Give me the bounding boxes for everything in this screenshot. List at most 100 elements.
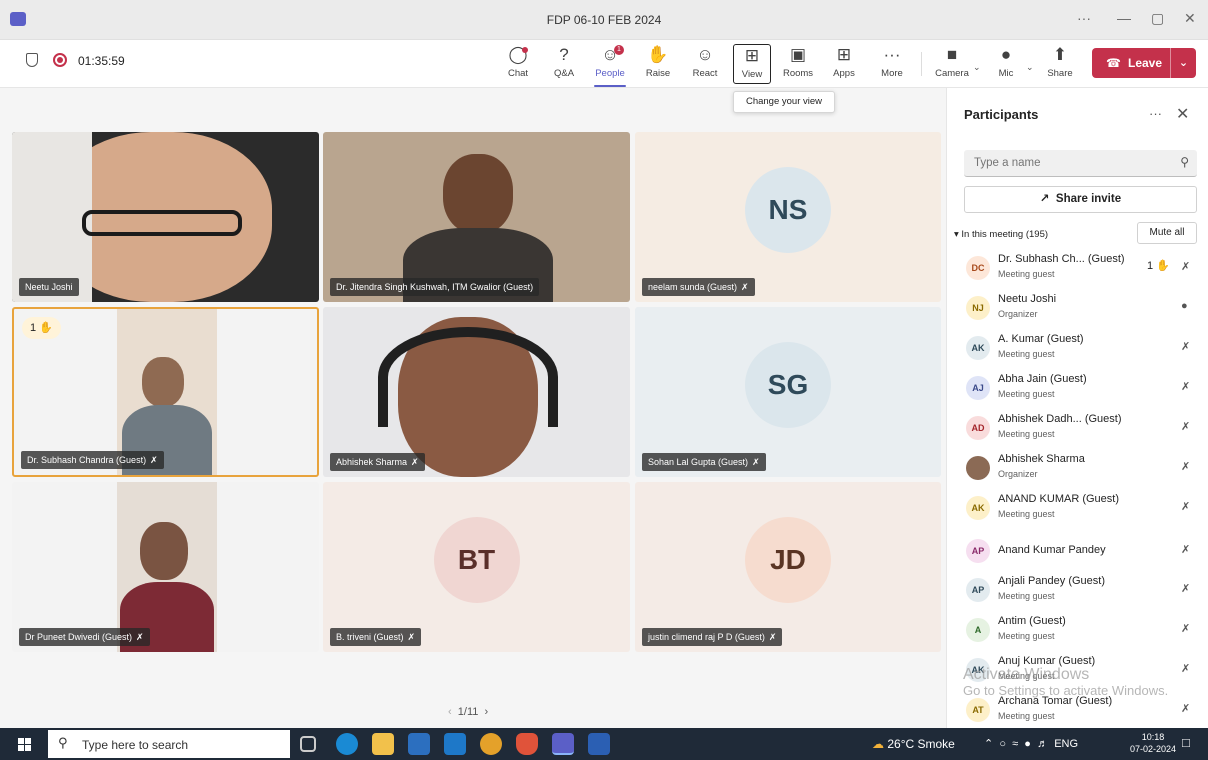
windows-start-icon[interactable] xyxy=(18,738,31,751)
mic-options-chevron-icon[interactable]: ⌄ xyxy=(1026,62,1034,73)
participant-row[interactable]: AK ANAND KUMAR (Guest) Meeting guest ✗ xyxy=(947,488,1208,528)
title-bar: FDP 06-10 FEB 2024 ··· — ▢ ✕ xyxy=(0,0,1208,40)
mic-off-icon: ✗ xyxy=(407,632,416,642)
chevron-up-icon[interactable]: ⌃ xyxy=(984,738,993,750)
avatar-tile[interactable]: SG Sohan Lal Gupta (Guest) ✗ xyxy=(635,307,941,477)
store-icon[interactable] xyxy=(408,733,430,755)
mail-icon[interactable] xyxy=(444,733,466,755)
people-button[interactable]: ☺ 1 People xyxy=(588,44,632,87)
tile-name-tag: Dr. Jitendra Singh Kushwah, ITM Gwalior … xyxy=(330,278,540,296)
participant-row[interactable]: AP Anand Kumar Pandey ✗ xyxy=(947,531,1208,571)
teams-app-icon[interactable] xyxy=(552,733,574,755)
mic-off-icon: ✗ xyxy=(768,632,777,642)
brave-browser-icon[interactable] xyxy=(516,733,538,755)
leave-options-chevron-icon[interactable]: ⌄ xyxy=(1170,48,1196,78)
edge-browser-icon[interactable] xyxy=(336,733,358,755)
chat-button[interactable]: ◯ Chat xyxy=(496,44,540,84)
share-button[interactable]: ⬆ Share xyxy=(1038,44,1082,84)
mic-off-icon: ✗ xyxy=(136,632,144,642)
avatar-tile[interactable]: BT B. triveni (Guest) ✗ xyxy=(323,482,630,652)
mic-off-icon: ✗ xyxy=(1181,703,1191,715)
task-view-icon[interactable] xyxy=(300,736,316,752)
participant-row[interactable]: NJ Neetu Joshi Organizer ● xyxy=(947,288,1208,328)
restore-icon[interactable]: ▢ xyxy=(1151,10,1164,27)
chevron-left-icon[interactable]: ‹ xyxy=(448,706,452,718)
meeting-timer: 01:35:59 xyxy=(78,54,125,68)
mic-off-icon: ✗ xyxy=(150,455,158,465)
mic-off-icon: ✗ xyxy=(1181,341,1191,353)
rooms-button[interactable]: ▣ Rooms xyxy=(776,44,820,84)
participant-row[interactable]: AJ Abha Jain (Guest) Meeting guest ✗ xyxy=(947,368,1208,408)
video-tile[interactable]: Abhishek Sharma ✗ xyxy=(323,307,630,477)
wifi-icon[interactable]: ≈ xyxy=(1012,738,1018,750)
mic-tray-icon[interactable]: ● xyxy=(1024,738,1031,750)
close-window-icon[interactable]: ✕ xyxy=(1184,10,1196,27)
mic-off-icon: ✗ xyxy=(741,282,749,292)
taskbar-search[interactable]: ⚲ Type here to search xyxy=(48,730,290,758)
camera-options-chevron-icon[interactable]: ⌄ xyxy=(973,62,981,73)
participant-row[interactable]: AK A. Kumar (Guest) Meeting guest ✗ xyxy=(947,328,1208,368)
headphones-shape xyxy=(378,327,558,427)
mute-all-button[interactable]: Mute all xyxy=(1137,222,1197,244)
weather-cloud-icon: ☁ xyxy=(872,737,884,751)
share-invite-button[interactable]: ↗ Share invite xyxy=(964,186,1197,213)
weather-widget[interactable]: ☁ 26°C Smoke xyxy=(872,737,955,751)
network-icon[interactable]: ○ xyxy=(999,738,1006,750)
system-tray[interactable]: ⌃ ○ ≈ ● ♬ ENG xyxy=(984,737,1078,750)
raise-hand-button[interactable]: ✋ Raise xyxy=(636,44,680,84)
apps-button[interactable]: ⊞ Apps xyxy=(822,44,866,84)
leave-button[interactable]: ☎ Leave ⌄ xyxy=(1092,48,1196,78)
ellipsis-icon[interactable]: ··· xyxy=(1149,106,1162,121)
avatar-tile[interactable]: JD justin climend raj P D (Guest) ✗ xyxy=(635,482,941,652)
participant-search: ⚲ xyxy=(964,150,1197,177)
chat-unread-badge xyxy=(522,47,528,53)
view-button[interactable]: ⊞ View xyxy=(733,44,771,84)
close-icon[interactable]: ✕ xyxy=(1176,104,1189,124)
participant-row[interactable]: A Antim (Guest) Meeting guest ✗ xyxy=(947,610,1208,650)
minimize-icon[interactable]: — xyxy=(1117,10,1131,26)
gallery-pager: ‹ 1/11 › xyxy=(448,706,489,718)
file-explorer-icon[interactable] xyxy=(372,733,394,755)
camera-button[interactable]: ■ Camera xyxy=(930,44,974,84)
participant-row[interactable]: Abhishek Sharma Organizer ✗ xyxy=(947,448,1208,488)
video-stage: Neetu Joshi Dr. Jitendra Singh Kushwah, … xyxy=(0,88,946,728)
participant-avatar: BT xyxy=(433,517,520,603)
hand-icon: ✋ xyxy=(39,322,53,334)
notification-icon[interactable]: □ xyxy=(1182,735,1190,750)
share-link-icon: ↗ xyxy=(1039,193,1050,205)
avatar-tile[interactable]: NS neelam sunda (Guest) ✗ xyxy=(635,132,941,302)
chat-icon: ◯ xyxy=(508,45,528,64)
mic-button[interactable]: ● Mic xyxy=(984,44,1028,84)
taskbar-clock[interactable]: 10:18 07-02-2024 xyxy=(1130,731,1176,755)
video-tile[interactable]: Dr Puneet Dwivedi (Guest) ✗ xyxy=(12,482,319,652)
participant-avatar: JD xyxy=(745,517,831,603)
more-options-icon[interactable]: ··· xyxy=(1077,10,1091,26)
chevron-right-icon[interactable]: › xyxy=(485,706,489,718)
raised-hand-badge: 1 ✋ xyxy=(22,317,61,339)
video-tile-speaking[interactable]: 1 ✋ Dr. Subhash Chandra (Guest) ✗ xyxy=(12,307,319,477)
mic-off-icon: ✗ xyxy=(411,457,419,467)
participant-row[interactable]: AD Abhishek Dadh... (Guest) Meeting gues… xyxy=(947,408,1208,448)
window-title: FDP 06-10 FEB 2024 xyxy=(546,13,662,27)
meeting-section-header[interactable]: ▾ In this meeting (195) xyxy=(954,229,1048,240)
tile-name-tag: Dr Puneet Dwivedi (Guest) ✗ xyxy=(19,628,150,646)
qa-button[interactable]: ? Q&A xyxy=(542,44,586,84)
qa-icon: ? xyxy=(559,45,569,64)
participant-avatar: AT xyxy=(966,698,990,722)
video-tile[interactable]: Neetu Joshi xyxy=(12,132,319,302)
participant-row[interactable]: AP Anjali Pandey (Guest) Meeting guest ✗ xyxy=(947,570,1208,610)
chrome-browser-icon[interactable] xyxy=(480,733,502,755)
shield-icon xyxy=(26,53,38,67)
mic-off-icon: ✗ xyxy=(1181,421,1191,433)
participant-search-input[interactable] xyxy=(964,150,1164,175)
search-icon[interactable]: ⚲ xyxy=(1180,155,1189,169)
participant-row[interactable]: DC Dr. Subhash Ch... (Guest) Meeting gue… xyxy=(947,248,1208,288)
word-app-icon[interactable] xyxy=(588,733,610,755)
mic-off-icon: ✗ xyxy=(1181,583,1191,595)
participant-avatar: AK xyxy=(966,336,990,360)
video-tile[interactable]: Dr. Jitendra Singh Kushwah, ITM Gwalior … xyxy=(323,132,630,302)
react-button[interactable]: ☺ React xyxy=(683,44,727,84)
more-button[interactable]: ··· More xyxy=(870,44,914,84)
mic-off-icon: ✗ xyxy=(752,457,760,467)
volume-icon[interactable]: ♬ xyxy=(1037,738,1048,750)
